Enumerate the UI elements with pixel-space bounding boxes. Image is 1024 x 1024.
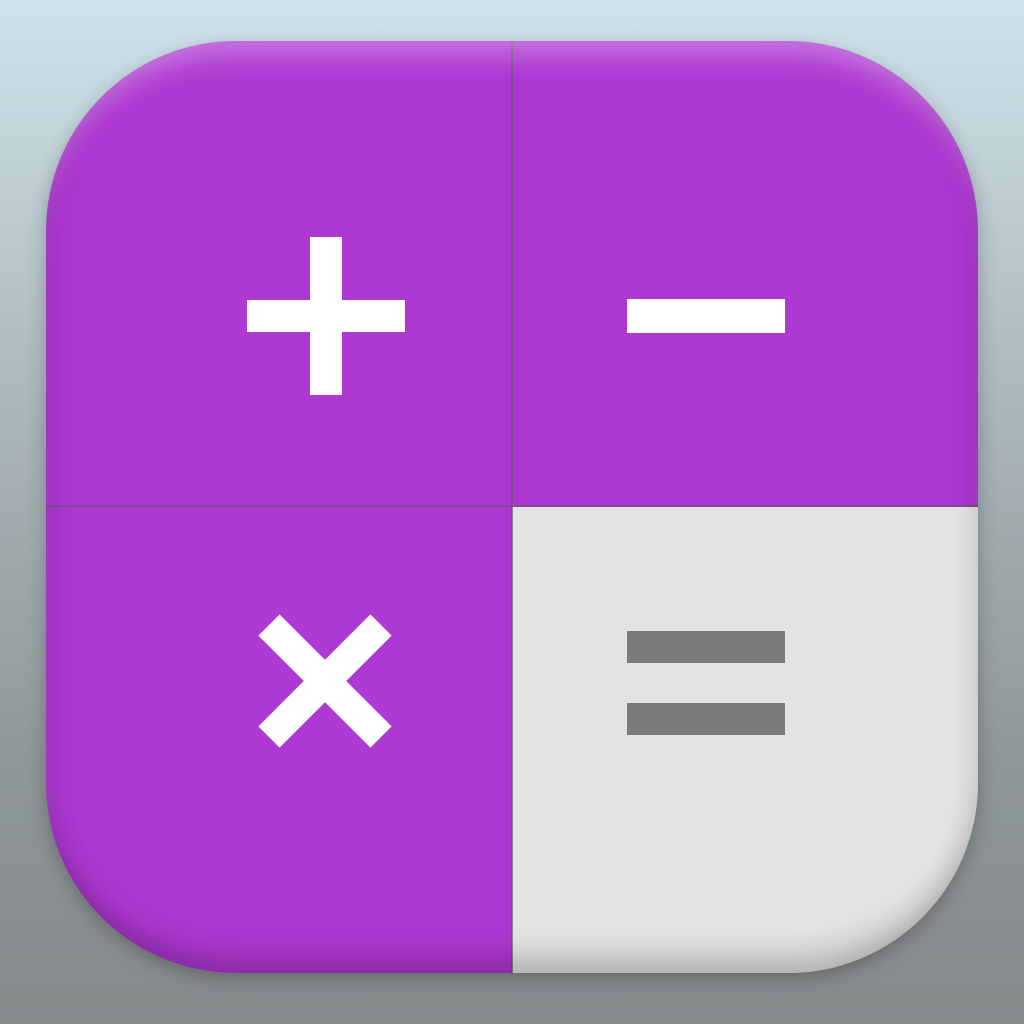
multiply-tile (46, 507, 512, 973)
multiply-icon (258, 614, 392, 748)
equals-tile (512, 507, 978, 973)
plus-icon (247, 237, 405, 395)
minus-icon (627, 299, 785, 333)
calculator-app-icon[interactable] (46, 41, 978, 973)
minus-tile (512, 41, 978, 507)
plus-tile (46, 41, 512, 507)
equals-icon (627, 631, 785, 735)
